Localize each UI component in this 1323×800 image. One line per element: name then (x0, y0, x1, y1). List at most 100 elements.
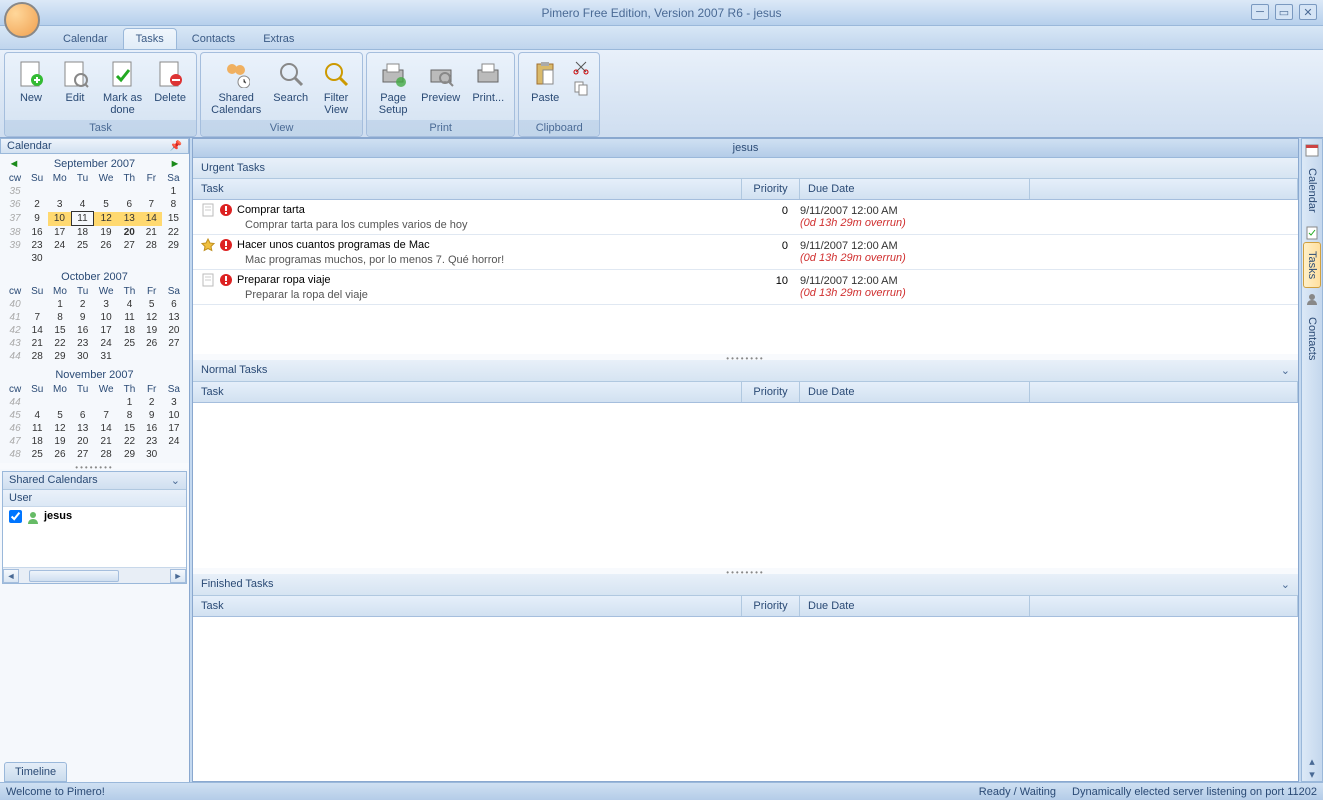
col-priority[interactable]: Priority (742, 596, 800, 616)
table-row[interactable]: Comprar tartaComprar tarta para los cump… (193, 200, 1298, 235)
calendar-day[interactable]: 18 (118, 324, 140, 337)
calendar-day[interactable] (94, 185, 119, 198)
calendar-day[interactable]: 29 (162, 239, 184, 252)
calendar-day[interactable]: 11 (71, 212, 93, 226)
side-tab-tasks[interactable]: Tasks (1303, 242, 1321, 288)
calendar-day[interactable]: 15 (48, 324, 71, 337)
col-due[interactable]: Due Date (800, 596, 1030, 616)
chevron-down-icon[interactable]: ⌄ (1281, 364, 1290, 377)
splitter[interactable]: •••••••• (0, 463, 189, 469)
calendar-day[interactable]: 14 (94, 422, 119, 435)
calendar-day[interactable]: 7 (140, 198, 162, 212)
shared-calendars-header[interactable]: Shared Calendars ⌄ (3, 472, 186, 490)
calendar-day[interactable]: 13 (72, 422, 94, 435)
copy-button[interactable] (571, 79, 591, 97)
calendar-day[interactable]: 12 (48, 422, 71, 435)
tab-contacts[interactable]: Contacts (179, 28, 248, 49)
calendar-day[interactable]: 25 (118, 337, 140, 350)
calendar-day[interactable]: 13 (163, 311, 185, 324)
calendar-day[interactable]: 30 (26, 252, 48, 265)
scroll-down-icon[interactable]: ▾ (1309, 768, 1315, 781)
calendar-day[interactable]: 30 (72, 350, 94, 363)
calendar-day[interactable]: 27 (72, 448, 94, 461)
calendar-day[interactable]: 24 (163, 435, 185, 448)
calendar-day[interactable] (118, 185, 140, 198)
timeline-tab[interactable]: Timeline (4, 762, 67, 782)
calendar-day[interactable]: 8 (118, 409, 140, 422)
calendar-day[interactable]: 19 (48, 435, 71, 448)
new-button[interactable]: New (9, 55, 53, 118)
calendar-day[interactable]: 19 (94, 226, 119, 240)
user-checkbox[interactable] (9, 510, 22, 523)
calendar-day[interactable]: 16 (26, 226, 48, 240)
scroll-up-icon[interactable]: ▴ (1309, 755, 1315, 768)
calendar-day[interactable]: 14 (26, 324, 48, 337)
calendar-day[interactable]: 29 (48, 350, 71, 363)
calendar-day[interactable]: 1 (162, 185, 184, 198)
calendar-day[interactable]: 22 (118, 435, 140, 448)
calendar-day[interactable]: 9 (141, 409, 163, 422)
calendar-day[interactable]: 12 (141, 311, 163, 324)
col-priority[interactable]: Priority (742, 382, 800, 402)
calendar-day[interactable] (72, 396, 94, 409)
calendar-day[interactable]: 17 (94, 324, 119, 337)
calendar-day[interactable]: 27 (163, 337, 185, 350)
col-extra[interactable] (1030, 382, 1298, 402)
calendar-day[interactable]: 30 (141, 448, 163, 461)
side-tab-contacts[interactable]: Contacts (1303, 308, 1321, 369)
calendar-day[interactable]: 11 (26, 422, 48, 435)
chevron-down-icon[interactable]: ⌄ (1281, 578, 1290, 591)
calendar-day[interactable]: 9 (72, 311, 94, 324)
calendar-day[interactable]: 10 (94, 311, 119, 324)
close-button[interactable]: ✕ (1299, 4, 1317, 20)
scroll-thumb[interactable] (29, 570, 119, 582)
calendar-day[interactable] (71, 185, 93, 198)
calendar-day[interactable]: 28 (94, 448, 119, 461)
calendar-day[interactable]: 21 (94, 435, 119, 448)
calendar-day[interactable]: 1 (118, 396, 140, 409)
preview-button[interactable]: Preview (415, 55, 466, 118)
calendar-day[interactable]: 11 (118, 311, 140, 324)
calendar-day[interactable]: 6 (163, 298, 185, 311)
calendar-day[interactable]: 12 (94, 212, 119, 226)
calendar-day[interactable]: 6 (72, 409, 94, 422)
search-button[interactable]: Search (267, 55, 314, 118)
calendar-day[interactable]: 23 (72, 337, 94, 350)
calendar-day[interactable]: 31 (94, 350, 119, 363)
calendar-day[interactable]: 18 (71, 226, 93, 240)
col-due[interactable]: Due Date (800, 382, 1030, 402)
calendar-day[interactable] (140, 252, 162, 265)
minimize-button[interactable]: ─ (1251, 4, 1269, 20)
calendar-day[interactable]: 2 (72, 298, 94, 311)
mark-done-button[interactable]: Mark as done (97, 55, 148, 118)
tab-extras[interactable]: Extras (250, 28, 307, 49)
table-row[interactable]: Hacer unos cuantos programas de MacMac p… (193, 235, 1298, 270)
calendar-day[interactable] (163, 350, 185, 363)
col-task[interactable]: Task (193, 382, 742, 402)
tab-tasks[interactable]: Tasks (123, 28, 177, 49)
calendar-day[interactable] (140, 185, 162, 198)
calendar-day[interactable]: 28 (26, 350, 48, 363)
calendar-day[interactable] (118, 252, 140, 265)
table-row[interactable]: Preparar ropa viajePreparar la ropa del … (193, 270, 1298, 305)
calendar-day[interactable]: 3 (94, 298, 119, 311)
prev-month-button[interactable]: ◄ (6, 157, 22, 171)
filter-view-button[interactable]: Filter View (314, 55, 358, 118)
calendar-day[interactable] (48, 396, 71, 409)
calendar-day[interactable] (94, 252, 119, 265)
calendar-day[interactable]: 18 (26, 435, 48, 448)
calendar-day[interactable]: 2 (26, 198, 48, 212)
chevron-down-icon[interactable]: ⌄ (171, 474, 180, 487)
calendar-day[interactable]: 23 (26, 239, 48, 252)
calendar-day[interactable]: 20 (118, 226, 140, 240)
col-task[interactable]: Task (193, 596, 742, 616)
page-setup-button[interactable]: Page Setup (371, 55, 415, 118)
calendar-day[interactable]: 23 (141, 435, 163, 448)
calendar-day[interactable] (26, 298, 48, 311)
calendar-day[interactable]: 25 (26, 448, 48, 461)
calendar-day[interactable]: 16 (72, 324, 94, 337)
calendar-day[interactable] (48, 252, 71, 265)
scroll-right-button[interactable]: ► (170, 569, 186, 583)
maximize-button[interactable]: ▭ (1275, 4, 1293, 20)
calendar-day[interactable]: 22 (48, 337, 71, 350)
